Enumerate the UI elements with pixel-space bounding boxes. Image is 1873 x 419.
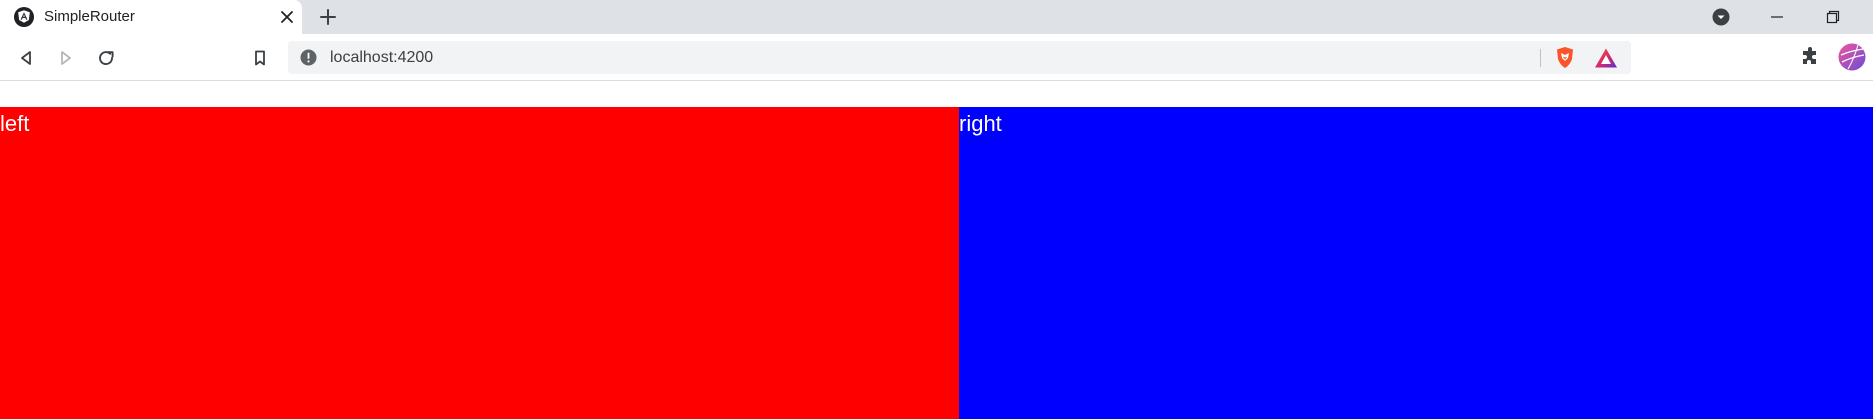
reload-button[interactable] bbox=[94, 46, 118, 70]
brave-rewards-icon[interactable] bbox=[1594, 47, 1618, 69]
minimize-icon bbox=[1771, 16, 1783, 18]
right-panel-label: right bbox=[959, 111, 1002, 136]
bookmark-button[interactable] bbox=[248, 46, 272, 70]
left-panel-label: left bbox=[0, 111, 30, 136]
avatar-icon[interactable] bbox=[1838, 43, 1866, 71]
tab-strip: SimpleRouter bbox=[0, 0, 1873, 34]
page-viewport: left right bbox=[0, 82, 1873, 419]
brave-shield-icon[interactable] bbox=[1554, 46, 1576, 69]
minimize-button[interactable] bbox=[1749, 0, 1805, 34]
forward-icon bbox=[61, 51, 71, 65]
forward-button[interactable] bbox=[54, 46, 78, 70]
info-icon[interactable] bbox=[300, 49, 317, 66]
chevron-down-circle-icon bbox=[1712, 8, 1730, 26]
browser-toolbar: localhost:4200 bbox=[0, 34, 1873, 81]
bookmark-icon bbox=[255, 50, 265, 66]
close-icon[interactable] bbox=[278, 8, 296, 26]
puzzle-icon[interactable] bbox=[1799, 46, 1821, 68]
reload-icon bbox=[99, 51, 114, 66]
address-bar[interactable]: localhost:4200 bbox=[288, 41, 1631, 74]
angular-icon bbox=[14, 7, 34, 27]
left-panel: left bbox=[0, 107, 959, 419]
restore-icon bbox=[1826, 10, 1840, 24]
tab-search-button[interactable] bbox=[1693, 0, 1749, 34]
back-button[interactable] bbox=[14, 46, 38, 70]
url-text[interactable]: localhost:4200 bbox=[330, 49, 433, 67]
split-layout: left right bbox=[0, 107, 1873, 419]
restore-button[interactable] bbox=[1805, 0, 1861, 34]
browser-window: SimpleRouter localhost:4200 left right bbox=[0, 0, 1873, 419]
right-panel: right bbox=[959, 107, 1873, 419]
new-tab-plus-icon[interactable] bbox=[318, 7, 338, 27]
tab-simplerouter[interactable]: SimpleRouter bbox=[0, 0, 302, 34]
tab-title: SimpleRouter bbox=[44, 8, 135, 25]
back-icon bbox=[21, 51, 31, 65]
omnibox-divider bbox=[1540, 49, 1541, 67]
